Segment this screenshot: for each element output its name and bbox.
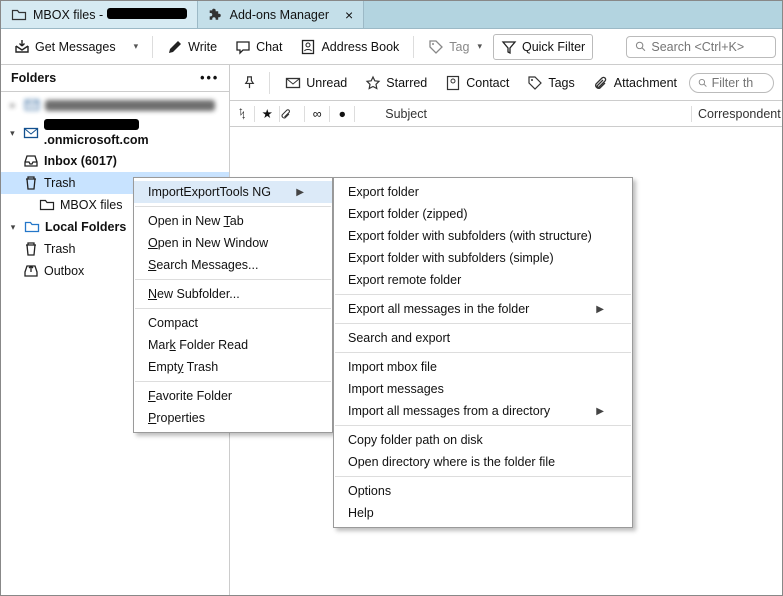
address-book-icon bbox=[445, 75, 461, 91]
funnel-icon bbox=[501, 39, 517, 55]
column-headers: ᛪ ★ ∞ ● Subject Correspondent bbox=[230, 101, 782, 127]
menu-new-subfolder[interactable]: New Subfolder... bbox=[134, 283, 332, 305]
importexport-submenu: Export folder Export folder (zipped) Exp… bbox=[333, 177, 633, 528]
filter-contact[interactable]: Contact bbox=[439, 72, 515, 94]
col-junk[interactable]: ∞ bbox=[305, 107, 329, 121]
star-icon bbox=[365, 75, 381, 91]
submenu-export-struct: Export folder with subfolders (with stru… bbox=[334, 225, 632, 247]
menu-search-messages[interactable]: Search Messages... bbox=[134, 254, 332, 276]
filter-input[interactable] bbox=[712, 76, 765, 90]
menu-empty-trash[interactable]: Empty Trash bbox=[134, 356, 332, 378]
col-read[interactable]: ● bbox=[330, 107, 354, 121]
write-button[interactable]: Write bbox=[160, 35, 224, 59]
tab-label: Add-ons Manager bbox=[230, 8, 329, 22]
submenu-help[interactable]: Help bbox=[334, 502, 632, 524]
menu-mark-read[interactable]: Mark Folder Read bbox=[134, 334, 332, 356]
search-input[interactable] bbox=[651, 40, 767, 54]
chat-button[interactable]: Chat bbox=[228, 35, 289, 59]
address-book-button[interactable]: Address Book bbox=[293, 35, 406, 59]
submenu-export-remote[interactable]: Export remote folder bbox=[334, 269, 632, 291]
trash-icon bbox=[23, 175, 39, 191]
folder-icon bbox=[11, 7, 27, 23]
submenu-open-directory[interactable]: Open directory where is the folder file bbox=[334, 451, 632, 473]
submenu-export-folder[interactable]: Export folder bbox=[334, 181, 632, 203]
col-correspondent[interactable]: Correspondent bbox=[692, 107, 782, 121]
submenu-search-export[interactable]: Search and export bbox=[334, 327, 632, 349]
folder-icon bbox=[39, 197, 55, 213]
submenu-import-all[interactable]: Import all messages from a directory▶ bbox=[334, 400, 632, 422]
tab-bar: MBOX files - Add-ons Manager × bbox=[1, 1, 782, 29]
menu-open-new-window[interactable]: Open in New Window bbox=[134, 232, 332, 254]
filter-toolbar: Unread Starred Contact Tags Attachment bbox=[230, 65, 782, 101]
outbox-icon bbox=[23, 263, 39, 279]
mail-icon bbox=[23, 125, 39, 141]
menu-importexport[interactable]: ImportExportTools NG▶ bbox=[134, 181, 332, 203]
download-mail-icon bbox=[14, 39, 30, 55]
submenu-export-zip[interactable]: Export folder (zipped) bbox=[334, 203, 632, 225]
folder-context-menu: ImportExportTools NG▶ Open in New Tab Op… bbox=[133, 177, 333, 433]
puzzle-icon bbox=[208, 7, 224, 23]
filter-attachment[interactable]: Attachment bbox=[587, 72, 683, 94]
submenu-options[interactable]: Options bbox=[334, 480, 632, 502]
global-search[interactable] bbox=[626, 36, 776, 58]
search-icon bbox=[635, 40, 646, 53]
submenu-export-simple: Export folder with subfolders (simple) bbox=[334, 247, 632, 269]
mail-icon bbox=[24, 97, 40, 113]
filter-tags[interactable]: Tags bbox=[521, 72, 580, 94]
submenu-copy-path[interactable]: Copy folder path on disk bbox=[334, 429, 632, 451]
get-messages-dropdown[interactable]: ▾ bbox=[127, 37, 146, 56]
pin-icon[interactable] bbox=[238, 72, 260, 94]
filter-unread[interactable]: Unread bbox=[279, 72, 353, 94]
tag-button[interactable]: Tag▾ bbox=[421, 35, 489, 59]
tab-addons[interactable]: Add-ons Manager × bbox=[198, 1, 365, 28]
chat-icon bbox=[235, 39, 251, 55]
main-toolbar: Get Messages ▾ Write Chat Address Book T… bbox=[1, 29, 782, 65]
tab-label: MBOX files - bbox=[33, 8, 187, 22]
close-icon[interactable]: × bbox=[345, 7, 353, 23]
submenu-import-mbox[interactable]: Import mbox file bbox=[334, 356, 632, 378]
folder-icon bbox=[24, 219, 40, 235]
tab-mbox-files[interactable]: MBOX files - bbox=[1, 1, 198, 28]
get-messages-button[interactable]: Get Messages bbox=[7, 35, 123, 59]
trash-icon bbox=[23, 241, 39, 257]
tag-icon bbox=[428, 39, 444, 55]
tag-icon bbox=[527, 75, 543, 91]
paperclip-icon bbox=[593, 75, 609, 91]
search-icon bbox=[698, 77, 708, 89]
inbox-icon bbox=[23, 153, 39, 169]
submenu-import-messages[interactable]: Import messages bbox=[334, 378, 632, 400]
pencil-icon bbox=[167, 39, 183, 55]
folder-options-icon[interactable]: ••• bbox=[200, 71, 219, 85]
menu-properties[interactable]: Properties bbox=[134, 407, 332, 429]
col-thread[interactable]: ᛪ bbox=[230, 107, 254, 121]
mail-icon bbox=[285, 75, 301, 91]
submenu-export-all[interactable]: Export all messages in the folder▶ bbox=[334, 298, 632, 320]
account-node[interactable]: ▸ bbox=[1, 94, 229, 116]
address-book-icon bbox=[300, 39, 316, 55]
filter-search[interactable] bbox=[689, 73, 774, 93]
menu-favorite[interactable]: Favorite Folder bbox=[134, 385, 332, 407]
col-attachment[interactable] bbox=[280, 108, 304, 120]
filter-starred[interactable]: Starred bbox=[359, 72, 433, 94]
account-node[interactable]: ▾ .onmicrosoft.com bbox=[1, 116, 229, 150]
menu-open-new-tab[interactable]: Open in New Tab bbox=[134, 210, 332, 232]
col-subject[interactable]: Subject bbox=[355, 107, 691, 121]
quick-filter-button[interactable]: Quick Filter bbox=[493, 34, 593, 60]
col-star[interactable]: ★ bbox=[255, 106, 279, 121]
menu-compact[interactable]: Compact bbox=[134, 312, 332, 334]
inbox-folder[interactable]: Inbox (6017) bbox=[1, 150, 229, 172]
folder-pane-header: Folders ••• bbox=[1, 65, 229, 92]
